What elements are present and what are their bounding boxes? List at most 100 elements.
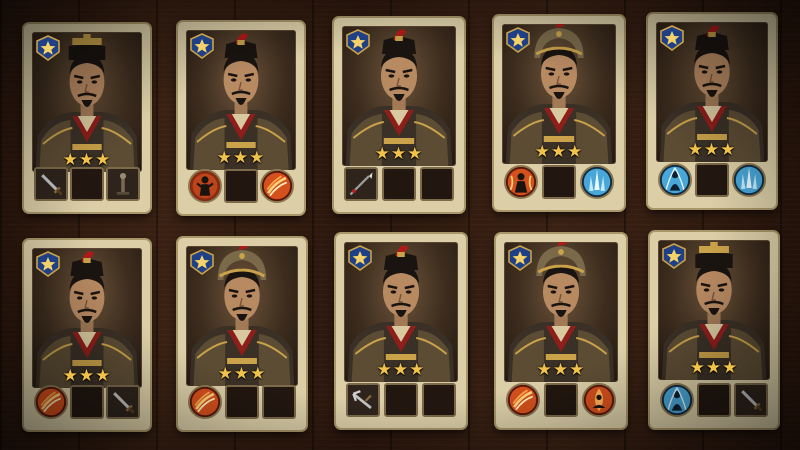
rank-star-badge-icon (346, 29, 370, 55)
rank-star-badge-icon (36, 35, 60, 61)
general-card[interactable]: ★★★ (178, 238, 306, 430)
star-rating: ★★★ (656, 140, 768, 159)
weapon-slot[interactable] (734, 383, 768, 417)
equipment-slots (188, 383, 296, 421)
star-icon: ★ (232, 148, 250, 168)
star-icon: ★ (703, 140, 721, 160)
empty-slot[interactable] (422, 383, 456, 417)
star-icon: ★ (95, 366, 112, 386)
star-icon: ★ (62, 150, 79, 170)
general-portrait: ★★★ (342, 26, 456, 166)
equipment-slots (344, 165, 454, 203)
star-icon: ★ (374, 144, 391, 164)
star-icon: ★ (569, 360, 586, 380)
rank-star-badge-icon (508, 245, 532, 271)
rank-star-badge-icon (662, 243, 686, 269)
star-icon: ★ (550, 142, 568, 162)
general-card[interactable]: ★★★ (334, 18, 464, 212)
empty-slot[interactable] (225, 385, 259, 419)
skill-slot[interactable] (506, 383, 540, 417)
star-rating: ★★★ (502, 142, 616, 161)
weapon-slot[interactable] (34, 167, 68, 201)
skill-slot[interactable] (188, 169, 222, 203)
generals-board: ★★★ ★★★ ★★★ ★★★ ★★★ ★★★ ★★★ ★★★ ★★★ ★★★ (0, 0, 800, 450)
star-rating: ★★★ (658, 358, 770, 377)
star-icon: ★ (687, 140, 704, 160)
rank-star-badge-icon (190, 249, 214, 275)
empty-slot[interactable] (70, 167, 104, 201)
general-portrait: ★★★ (504, 242, 618, 382)
star-icon: ★ (567, 142, 584, 162)
general-portrait: ★★★ (502, 24, 616, 164)
general-card[interactable]: ★★★ (494, 16, 624, 210)
equipment-slots (660, 381, 768, 419)
empty-slot[interactable] (544, 383, 578, 417)
general-portrait: ★★★ (186, 30, 296, 170)
star-icon: ★ (216, 148, 233, 168)
star-rating: ★★★ (32, 366, 142, 385)
general-card[interactable]: ★★★ (178, 22, 304, 214)
skill-slot[interactable] (34, 385, 68, 419)
skill-slot[interactable] (188, 385, 222, 419)
armor-slot[interactable] (106, 167, 140, 201)
star-icon: ★ (689, 358, 706, 378)
general-card[interactable]: ★★★ (24, 24, 150, 212)
general-portrait: ★★★ (344, 242, 458, 382)
equipment-slots (34, 165, 140, 203)
skill-slot[interactable] (660, 383, 694, 417)
equipment-slots (506, 381, 616, 419)
star-icon: ★ (233, 364, 251, 384)
skill-slot[interactable] (732, 163, 766, 197)
star-rating: ★★★ (504, 360, 618, 379)
skill-slot[interactable] (580, 165, 614, 199)
empty-slot[interactable] (70, 385, 104, 419)
star-icon: ★ (407, 144, 424, 164)
rank-star-badge-icon (190, 33, 214, 59)
star-icon: ★ (722, 358, 739, 378)
empty-slot[interactable] (542, 165, 576, 199)
general-card[interactable]: ★★★ (24, 240, 150, 430)
star-icon: ★ (249, 148, 266, 168)
equipment-slots (188, 167, 294, 205)
empty-slot[interactable] (420, 167, 454, 201)
general-card[interactable]: ★★★ (648, 14, 776, 208)
general-portrait: ★★★ (658, 240, 770, 380)
equipment-slots (658, 161, 766, 199)
skill-slot[interactable] (658, 163, 692, 197)
star-icon: ★ (409, 360, 426, 380)
star-icon: ★ (552, 360, 570, 380)
general-portrait: ★★★ (186, 246, 298, 386)
weapon-slot[interactable] (344, 167, 378, 201)
star-rating: ★★★ (186, 148, 296, 167)
weapon-slot[interactable] (346, 383, 380, 417)
star-icon: ★ (250, 364, 267, 384)
star-rating: ★★★ (32, 150, 142, 169)
star-icon: ★ (720, 140, 737, 160)
star-icon: ★ (536, 360, 553, 380)
skill-slot[interactable] (504, 165, 538, 199)
rank-star-badge-icon (506, 27, 530, 53)
empty-slot[interactable] (697, 383, 731, 417)
rank-star-badge-icon (660, 25, 684, 51)
rank-star-badge-icon (36, 251, 60, 277)
skill-slot[interactable] (582, 383, 616, 417)
star-icon: ★ (392, 360, 410, 380)
weapon-slot[interactable] (106, 385, 140, 419)
star-icon: ★ (217, 364, 234, 384)
general-card[interactable]: ★★★ (336, 234, 466, 428)
equipment-slots (504, 163, 614, 201)
general-card[interactable]: ★★★ (650, 232, 778, 428)
empty-slot[interactable] (384, 383, 418, 417)
star-icon: ★ (390, 144, 408, 164)
empty-slot[interactable] (382, 167, 416, 201)
equipment-slots (34, 383, 140, 421)
star-icon: ★ (78, 150, 96, 170)
general-card[interactable]: ★★★ (496, 234, 626, 428)
empty-slot[interactable] (224, 169, 258, 203)
rank-star-badge-icon (348, 245, 372, 271)
empty-slot[interactable] (262, 385, 296, 419)
skill-slot[interactable] (260, 169, 294, 203)
star-icon: ★ (534, 142, 551, 162)
star-icon: ★ (95, 150, 112, 170)
empty-slot[interactable] (695, 163, 729, 197)
